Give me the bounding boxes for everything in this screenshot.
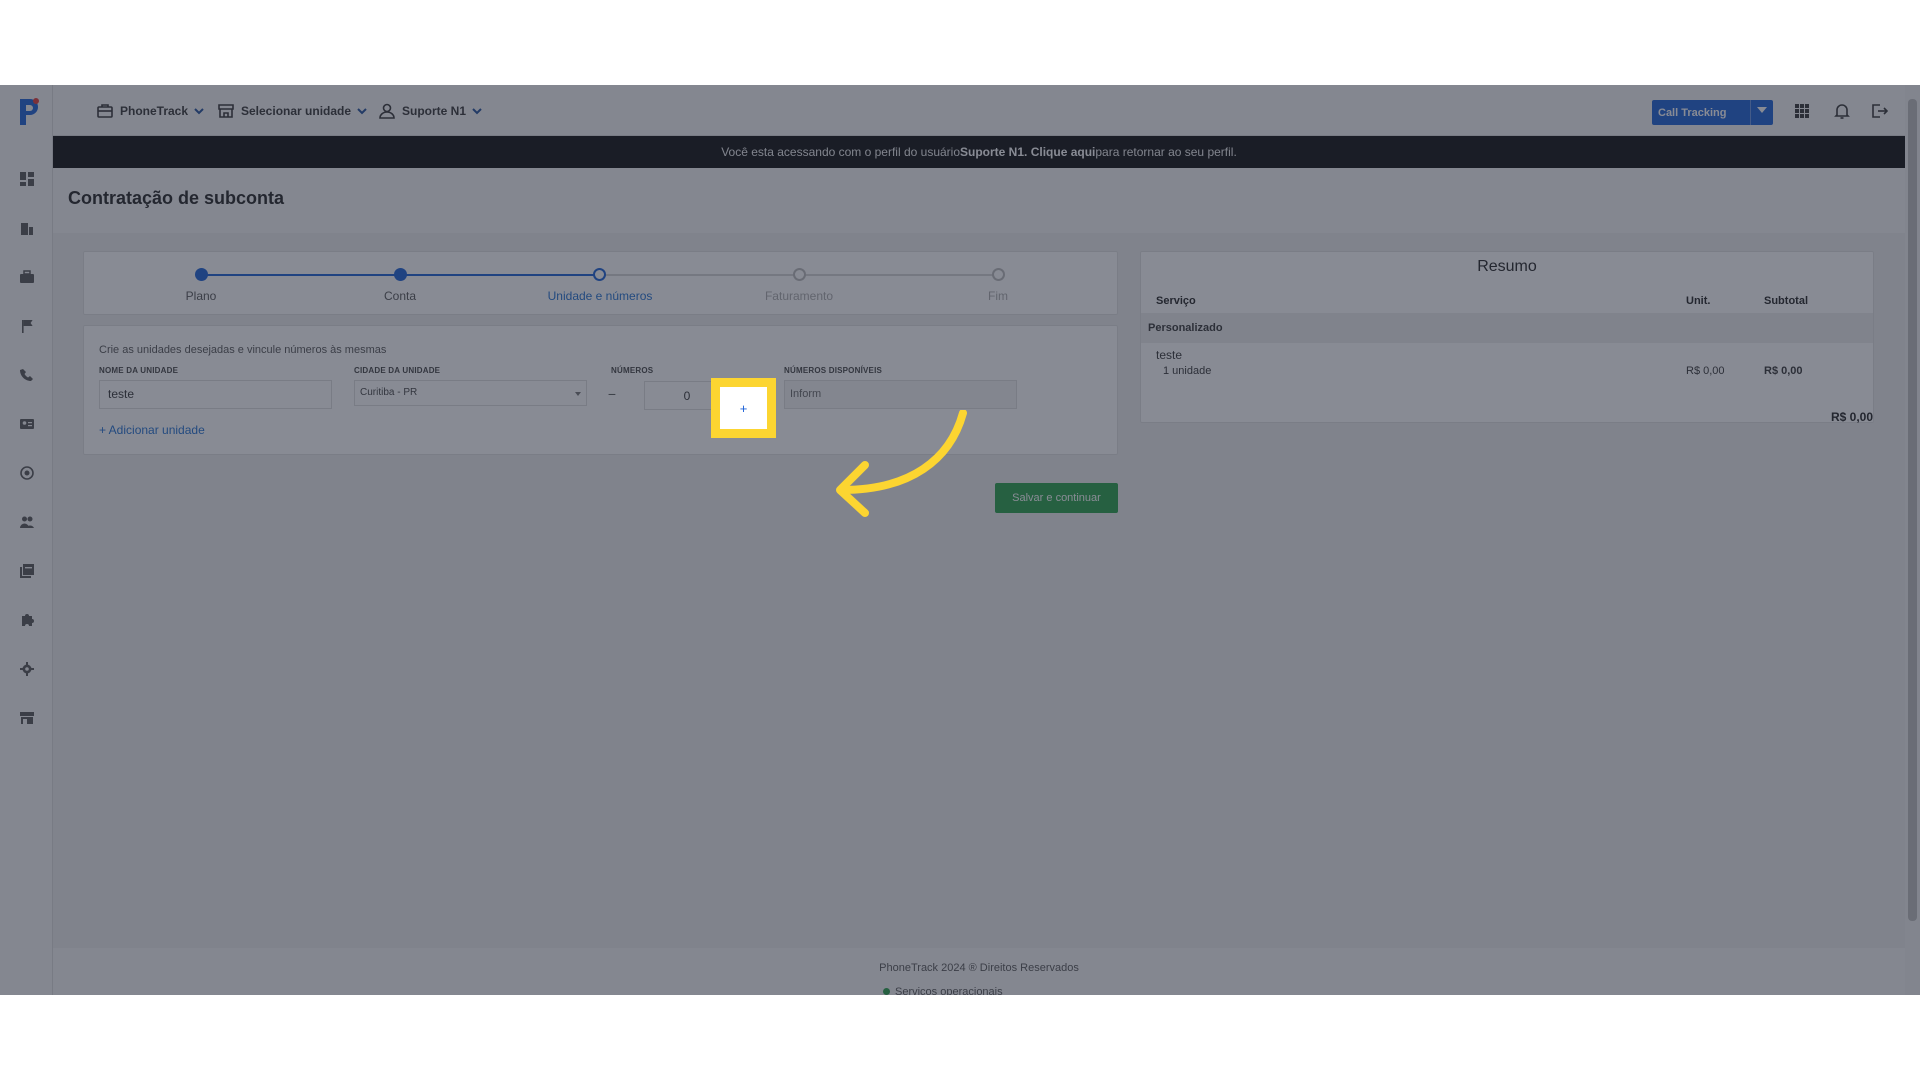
units-intro-text: Crie as unidades desejadas e vincule núm… bbox=[99, 344, 387, 356]
step-dot-faturamento bbox=[793, 268, 806, 281]
page-scrollbar[interactable] bbox=[1905, 85, 1920, 995]
stepper: Plano Conta Unidade e números Faturament… bbox=[83, 251, 1118, 315]
user-menu-label: Suporte N1 bbox=[402, 104, 467, 118]
banner-suffix: para retornar ao seu perfil. bbox=[1095, 145, 1237, 159]
scrollbar-thumb[interactable] bbox=[1908, 99, 1917, 921]
chevron-down-icon bbox=[472, 108, 482, 115]
save-continue-button[interactable]: Salvar e continuar bbox=[995, 483, 1118, 513]
summary-col-subtotal: Subtotal bbox=[1764, 295, 1808, 307]
available-numbers-label: NÚMEROS DISPONÍVEIS bbox=[784, 366, 883, 375]
unit-city-select[interactable]: Curitiba - PR bbox=[354, 380, 587, 406]
step-dot-fim bbox=[992, 268, 1005, 281]
briefcase-icon bbox=[97, 104, 113, 118]
summary-panel: Resumo Serviço Unit. Subtotal Personaliz… bbox=[1140, 251, 1874, 424]
logout-icon[interactable] bbox=[1870, 102, 1889, 120]
gear-icon[interactable] bbox=[18, 660, 35, 677]
product-select-label: Call Tracking bbox=[1658, 106, 1727, 119]
status-dot-icon bbox=[883, 988, 890, 995]
step-label-unidade[interactable]: Unidade e números bbox=[548, 289, 653, 303]
bell-icon[interactable] bbox=[1833, 102, 1851, 120]
summary-item-unit-price: R$ 0,00 bbox=[1686, 365, 1725, 377]
page-header: Contratação de subconta bbox=[53, 168, 1905, 233]
step-dot-unidade[interactable] bbox=[593, 268, 606, 281]
user-icon bbox=[379, 103, 395, 119]
library-icon[interactable] bbox=[18, 562, 35, 579]
chevron-down-icon bbox=[357, 108, 367, 115]
add-unit-link[interactable]: + Adicionar unidade bbox=[99, 423, 205, 437]
page-title: Contratação de subconta bbox=[68, 188, 285, 208]
summary-title: Resumo bbox=[1477, 258, 1537, 275]
impersonation-banner: Você esta acessando com o perfil do usuá… bbox=[53, 136, 1905, 168]
flag-icon[interactable] bbox=[18, 317, 35, 334]
decrement-button[interactable]: − bbox=[602, 381, 622, 407]
service-status-label: Serviços operacionais bbox=[895, 986, 1003, 995]
puzzle-icon[interactable] bbox=[18, 611, 35, 628]
main-content: Plano Conta Unidade e números Faturament… bbox=[53, 233, 1905, 948]
contact-card-icon[interactable] bbox=[18, 415, 35, 432]
top-header: PhoneTrack Selecionar unidade Suporte N1… bbox=[53, 85, 1920, 136]
briefcase-icon[interactable] bbox=[18, 268, 35, 285]
service-status-link[interactable]: Serviços operacionais bbox=[883, 986, 1003, 995]
app-menu[interactable]: PhoneTrack bbox=[96, 101, 204, 121]
support-icon[interactable] bbox=[18, 464, 35, 481]
summary-total: R$ 0,00 bbox=[1830, 410, 1873, 424]
step-label-faturamento: Faturamento bbox=[764, 289, 834, 303]
banner-return-link[interactable]: Clique aqui bbox=[1031, 145, 1096, 159]
summary-col-service: Serviço bbox=[1156, 295, 1196, 307]
button-divider bbox=[1750, 100, 1751, 125]
step-label-plano[interactable]: Plano bbox=[186, 289, 217, 303]
phone-icon[interactable] bbox=[18, 366, 35, 383]
app-window: PhoneTrack Selecionar unidade Suporte N1… bbox=[0, 85, 1920, 995]
app-menu-label: PhoneTrack bbox=[120, 104, 189, 118]
users-icon[interactable] bbox=[18, 513, 35, 530]
dashboard-icon[interactable] bbox=[18, 170, 35, 187]
summary-item-name: teste bbox=[1156, 348, 1183, 362]
unit-city-value: Curitiba - PR bbox=[360, 387, 418, 398]
unit-name-input[interactable]: teste bbox=[99, 380, 332, 409]
apps-grid-icon[interactable] bbox=[1793, 102, 1811, 120]
unit-menu[interactable]: Selecionar unidade bbox=[217, 101, 367, 121]
caret-down-icon bbox=[575, 392, 581, 396]
numbers-label: NÚMEROS bbox=[611, 366, 654, 375]
caret-down-icon bbox=[1757, 107, 1767, 113]
phonetrack-logo-icon[interactable] bbox=[16, 95, 42, 127]
available-numbers-input[interactable]: Inform bbox=[784, 380, 1017, 409]
banner-user: Suporte N1. bbox=[960, 145, 1028, 159]
unit-name-label: NOME DA UNIDADE bbox=[99, 366, 179, 375]
unit-menu-label: Selecionar unidade bbox=[241, 104, 352, 118]
summary-item-detail: 1 unidade bbox=[1163, 365, 1212, 377]
summary-item-subtotal: R$ 0,00 bbox=[1764, 365, 1803, 377]
step-label-conta[interactable]: Conta bbox=[384, 289, 416, 303]
store-icon[interactable] bbox=[18, 709, 35, 726]
chevron-down-icon bbox=[194, 108, 204, 115]
step-dot-conta[interactable] bbox=[394, 268, 407, 281]
sidebar bbox=[0, 85, 53, 995]
banner-prefix: Você esta acessando com o perfil do usuá… bbox=[721, 145, 961, 159]
pointer-arrow-icon bbox=[836, 410, 967, 517]
step-dot-plano[interactable] bbox=[195, 268, 208, 281]
footer: PhoneTrack 2024 ® Direitos Reservados Se… bbox=[53, 948, 1905, 995]
step-label-fim: Fim bbox=[988, 289, 1008, 303]
user-menu[interactable]: Suporte N1 bbox=[378, 101, 482, 121]
highlight-frame bbox=[711, 378, 776, 438]
unit-city-label: CIDADE DA UNIDADE bbox=[354, 366, 441, 375]
footer-copyright: PhoneTrack 2024 ® Direitos Reservados bbox=[879, 962, 1079, 974]
summary-group-row: Personalizado bbox=[1141, 313, 1873, 343]
product-select-button[interactable]: Call Tracking bbox=[1652, 100, 1773, 125]
summary-col-unit: Unit. bbox=[1686, 295, 1711, 307]
store-icon bbox=[218, 104, 234, 118]
building-icon[interactable] bbox=[18, 219, 35, 236]
